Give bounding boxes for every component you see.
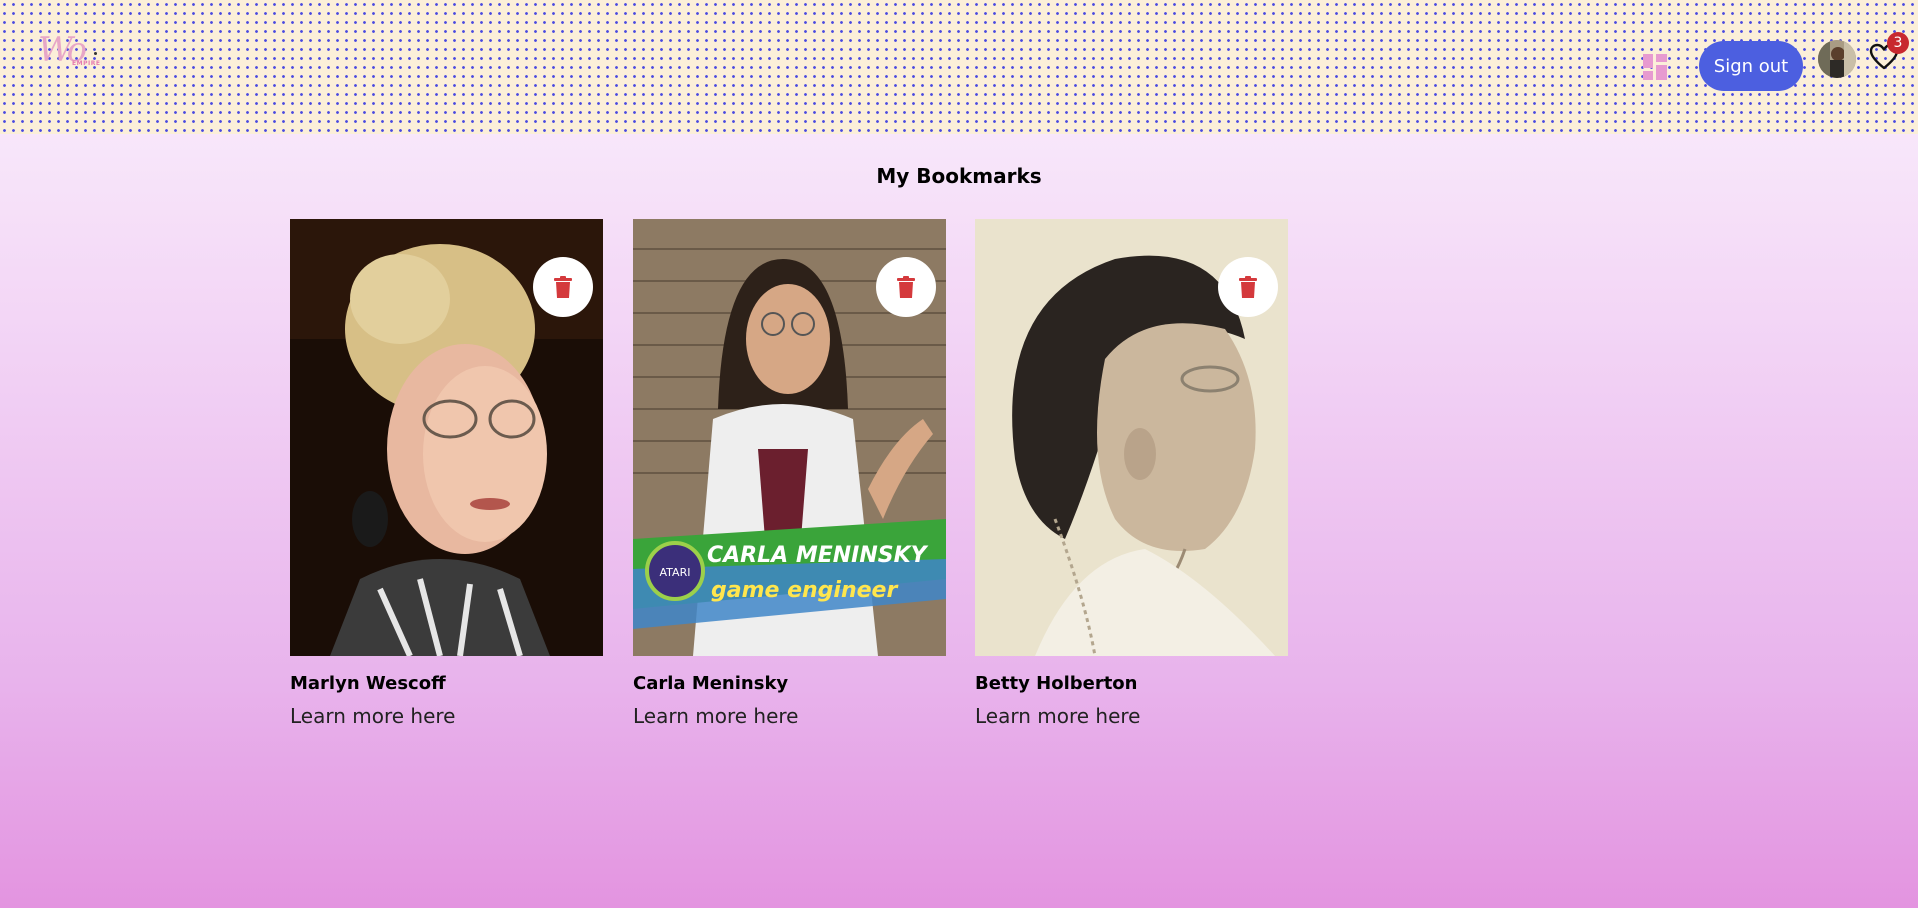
trash-icon [554, 276, 572, 298]
delete-bookmark-button[interactable] [533, 257, 593, 317]
dashboard-icon[interactable] [1643, 54, 1667, 80]
photo-caption-name: CARLA MENINSKY [707, 543, 929, 568]
bookmark-name: Betty Holberton [975, 673, 1138, 694]
photo-caption-title: game engineer [711, 578, 898, 603]
bookmark-photo [975, 219, 1288, 656]
bookmark-card: ATARI CARLA MENINSKY game engineer Carla… [633, 219, 946, 728]
bookmark-photo [290, 219, 603, 656]
delete-bookmark-button[interactable] [876, 257, 936, 317]
user-avatar[interactable] [1818, 40, 1856, 78]
bookmark-photo: ATARI CARLA MENINSKY game engineer [633, 219, 946, 656]
learn-more-link[interactable]: Learn more here [290, 704, 603, 728]
bookmark-card: Betty Holberton Learn more here [975, 219, 1288, 728]
site-logo[interactable]: Wo EMPIRE [38, 30, 110, 74]
learn-more-link[interactable]: Learn more here [633, 704, 946, 728]
trash-icon [1239, 276, 1257, 298]
sign-out-button[interactable]: Sign out [1699, 41, 1803, 91]
bookmark-name: Carla Meninsky [633, 673, 789, 694]
trash-icon [897, 276, 915, 298]
logo-dot [94, 52, 97, 55]
bookmark-name: Marlyn Wescoff [290, 673, 446, 694]
atari-logo-text: ATARI [660, 566, 691, 579]
learn-more-link[interactable]: Learn more here [975, 704, 1288, 728]
bookmark-card: Marlyn Wescoff Learn more here [290, 219, 603, 728]
bookmark-count-badge: 3 [1887, 32, 1909, 54]
site-header: Wo EMPIRE Sign out 3 [0, 0, 1918, 134]
delete-bookmark-button[interactable] [1218, 257, 1278, 317]
logo-subtitle: EMPIRE [72, 60, 101, 67]
page-title: My Bookmarks [876, 164, 1042, 188]
